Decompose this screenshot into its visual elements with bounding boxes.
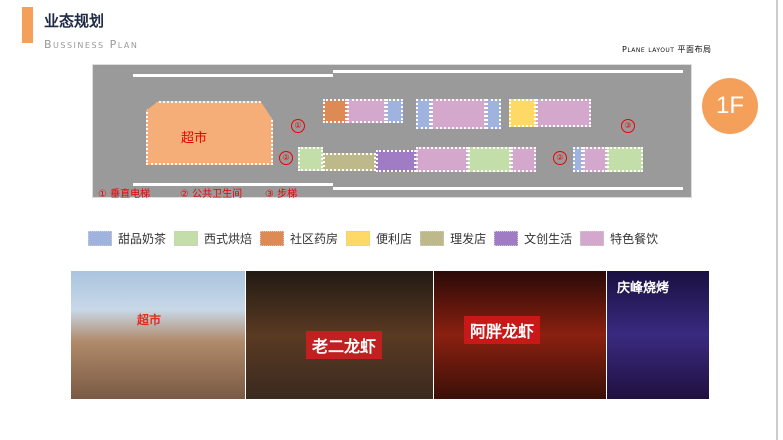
legend-item: 文创生活: [494, 230, 572, 247]
store-pharmacy: [323, 99, 347, 123]
store-creative: [376, 150, 416, 172]
photo-restaurant-1: 老二龙虾: [246, 271, 433, 399]
floor-plan: 超市 ① ② ② ③: [92, 64, 692, 198]
restroom-marker: ②: [553, 151, 567, 165]
legend-item: 西式烘焙: [174, 230, 252, 247]
store-dessert: [486, 99, 501, 129]
page-subtitle: Bussiness Plan: [44, 38, 139, 51]
elevator-marker: ①: [291, 119, 305, 133]
store-special: [511, 147, 536, 172]
legend-item: 社区药房: [260, 230, 338, 247]
marker-legend-2: ② 公共卫生间: [180, 189, 243, 200]
store-western: [468, 147, 511, 172]
store-convenience: [509, 99, 536, 127]
store-dessert: [573, 147, 583, 172]
store-special: [536, 99, 591, 127]
legend-item: 特色餐饮: [580, 230, 658, 247]
plane-layout-label: Plane layout 平面布局: [622, 45, 712, 54]
photo-restaurant-3: 庆峰烧烤: [607, 271, 709, 399]
store-dessert: [386, 99, 403, 123]
store-dessert: [416, 99, 431, 129]
store-western: [298, 147, 323, 171]
store-barber: [323, 153, 376, 171]
accent-bar: [22, 7, 33, 43]
store-western: [607, 147, 643, 172]
supermarket-area: [146, 101, 273, 165]
store-special: [347, 99, 386, 123]
photo-restaurant-2: 阿胖龙虾: [434, 271, 606, 399]
marker-legend-3: ③ 步梯: [265, 189, 298, 200]
stairs-marker: ③: [621, 119, 635, 133]
store-special: [431, 99, 486, 129]
page-title: 业态规划: [44, 12, 105, 30]
legend-item: 便利店: [346, 230, 412, 247]
legend-item: 理发店: [420, 230, 486, 247]
legend-item: 甜品奶茶: [88, 230, 166, 247]
supermarket-label: 超市: [181, 131, 208, 146]
legend: 甜品奶茶 西式烘焙 社区药房 便利店 理发店 文创生活 特色餐饮: [88, 230, 658, 247]
marker-legend-1: ① 垂直电梯: [98, 189, 151, 200]
restroom-marker: ②: [279, 151, 293, 165]
floor-badge: 1F: [702, 78, 758, 134]
store-special: [416, 147, 468, 172]
store-special: [583, 147, 607, 172]
photo-supermarket: 超市: [71, 271, 245, 399]
divider: [776, 0, 778, 440]
